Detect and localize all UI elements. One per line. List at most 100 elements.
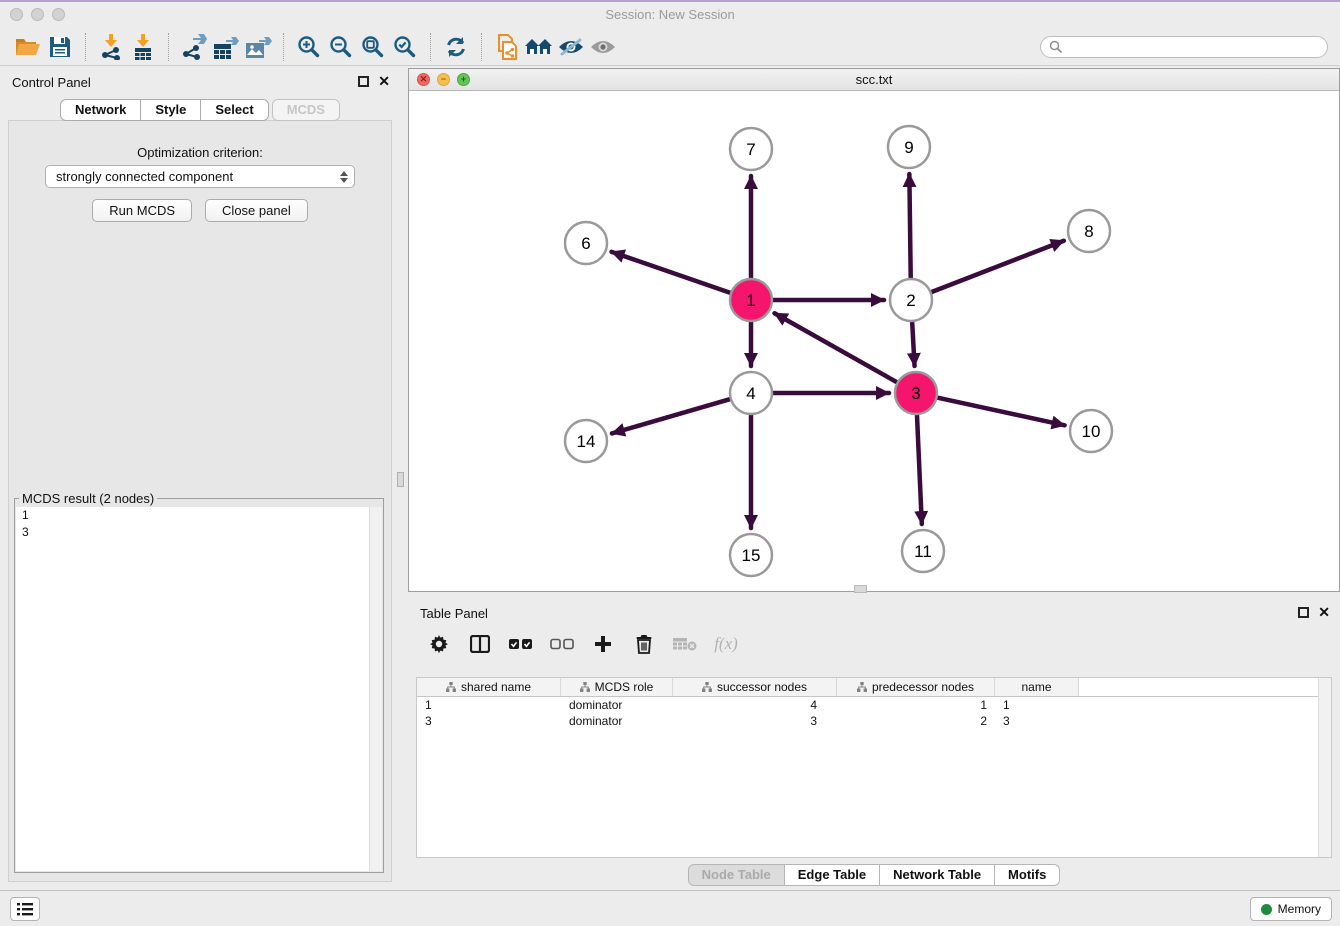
graph-edge[interactable]: [934, 397, 1065, 425]
network-close-icon[interactable]: ✕: [417, 73, 430, 86]
import-table-icon[interactable]: [127, 32, 159, 62]
table-panel-header: Table Panel ✕: [408, 599, 1340, 627]
graph-edge[interactable]: [912, 318, 915, 366]
select-stepper-icon: [340, 171, 348, 183]
export-image-icon[interactable]: [242, 32, 274, 62]
float-panel-icon[interactable]: [358, 76, 369, 87]
function-icon[interactable]: f(x): [713, 631, 739, 657]
vertical-split-handle[interactable]: [397, 472, 404, 487]
export-table-icon[interactable]: [210, 32, 242, 62]
table-row[interactable]: 1 dominator 4 1 1: [417, 697, 1331, 713]
close-window-button[interactable]: [10, 8, 23, 21]
float-table-panel-icon[interactable]: [1298, 607, 1309, 618]
horizontal-split-handle[interactable]: [854, 585, 867, 593]
toolbar-separator: [481, 33, 482, 61]
houses-icon[interactable]: [523, 32, 555, 62]
zoom-fit-icon[interactable]: [357, 32, 389, 62]
tab-edge-table[interactable]: Edge Table: [785, 864, 880, 886]
graph-edge[interactable]: [928, 241, 1064, 294]
zoom-in-icon[interactable]: [293, 32, 325, 62]
toolbar-separator: [430, 33, 431, 61]
main-area: Control Panel ✕ Network Style Select MCD…: [0, 68, 1340, 890]
network-maximize-icon[interactable]: +: [457, 73, 470, 86]
memory-button[interactable]: Memory: [1250, 897, 1332, 921]
add-icon[interactable]: [590, 631, 616, 657]
toolbar-separator: [168, 33, 169, 61]
close-panel-icon[interactable]: ✕: [378, 74, 390, 88]
window-controls: [10, 8, 65, 21]
tab-select[interactable]: Select: [201, 99, 268, 121]
close-panel-button[interactable]: Close panel: [205, 199, 308, 222]
eye-slash-icon[interactable]: [555, 32, 587, 62]
column-type-icon: [446, 682, 456, 692]
tab-style[interactable]: Style: [141, 99, 201, 121]
mcds-result-list[interactable]: 1 3: [16, 507, 382, 871]
network-window-title: scc.txt: [409, 69, 1339, 91]
graph-edge[interactable]: [775, 313, 901, 384]
search-input[interactable]: [1067, 40, 1319, 54]
tab-network[interactable]: Network: [60, 99, 141, 121]
table-scrollbar[interactable]: [1318, 678, 1331, 857]
delete-table-icon[interactable]: [672, 631, 698, 657]
window-title: Session: New Session: [0, 2, 1340, 28]
eye-icon[interactable]: [587, 32, 619, 62]
network-canvas[interactable]: 7968124314101511: [409, 91, 1339, 591]
graph-edge[interactable]: [612, 252, 734, 294]
column-header[interactable]: predecessor nodes: [837, 678, 995, 696]
control-panel-title: Control Panel: [12, 75, 91, 90]
run-mcds-button[interactable]: Run MCDS: [92, 199, 192, 222]
column-type-icon: [702, 682, 712, 692]
graph-node-label: 1: [746, 291, 755, 310]
toolbar-separator: [85, 33, 86, 61]
folder-open-icon[interactable]: [12, 32, 44, 62]
list-icon: [17, 903, 33, 916]
graph-edge[interactable]: [917, 411, 922, 524]
task-history-button[interactable]: [10, 897, 40, 921]
tab-node-table[interactable]: Node Table: [688, 864, 785, 886]
result-scrollbar[interactable]: [369, 507, 382, 871]
search-field[interactable]: [1040, 36, 1328, 58]
tab-network-table[interactable]: Network Table: [880, 864, 995, 886]
zoom-out-icon[interactable]: [325, 32, 357, 62]
status-bar: Memory: [0, 890, 1340, 926]
copy-document-icon[interactable]: [491, 32, 523, 62]
refresh-icon[interactable]: [440, 32, 472, 62]
import-network-icon[interactable]: [95, 32, 127, 62]
memory-status-icon: [1261, 904, 1272, 915]
graph-edge[interactable]: [612, 398, 734, 433]
save-icon[interactable]: [44, 32, 76, 62]
control-panel-tabs: Network Style Select MCDS: [0, 99, 400, 121]
table-panel-title: Table Panel: [420, 606, 488, 621]
column-header[interactable]: shared name: [417, 678, 561, 696]
column-header[interactable]: name: [995, 678, 1079, 696]
tab-motifs[interactable]: Motifs: [995, 864, 1060, 886]
close-table-panel-icon[interactable]: ✕: [1318, 605, 1330, 619]
graph-node-label: 8: [1084, 222, 1093, 241]
graph-edge[interactable]: [909, 174, 910, 282]
graph-node-label: 2: [906, 291, 915, 310]
network-minimize-icon[interactable]: −: [437, 73, 450, 86]
zoom-selected-icon[interactable]: [389, 32, 421, 62]
column-header[interactable]: MCDS role: [561, 678, 673, 696]
table-toolbar: f(x): [418, 625, 739, 663]
select-all-icon[interactable]: [508, 631, 534, 657]
deselect-all-icon[interactable]: [549, 631, 575, 657]
graph-node-label: 3: [911, 384, 920, 403]
gear-icon[interactable]: [426, 631, 452, 657]
maximize-window-button[interactable]: [52, 8, 65, 21]
trash-icon[interactable]: [631, 631, 657, 657]
column-type-icon: [857, 682, 867, 692]
graph-node-label: 10: [1082, 422, 1101, 441]
mcds-result-item[interactable]: 1: [16, 507, 382, 524]
table-tabs: Node Table Edge Table Network Table Moti…: [408, 864, 1340, 886]
column-split-icon[interactable]: [467, 631, 493, 657]
table-row[interactable]: 3 dominator 3 2 3: [417, 713, 1331, 729]
column-header[interactable]: successor nodes: [673, 678, 837, 696]
graph-node-label: 4: [746, 384, 755, 403]
tab-mcds[interactable]: MCDS: [272, 99, 340, 121]
minimize-window-button[interactable]: [31, 8, 44, 21]
mcds-result-item[interactable]: 3: [16, 524, 382, 541]
criterion-select[interactable]: strongly connected component: [45, 165, 355, 188]
memory-label: Memory: [1278, 902, 1321, 916]
export-network-icon[interactable]: [178, 32, 210, 62]
